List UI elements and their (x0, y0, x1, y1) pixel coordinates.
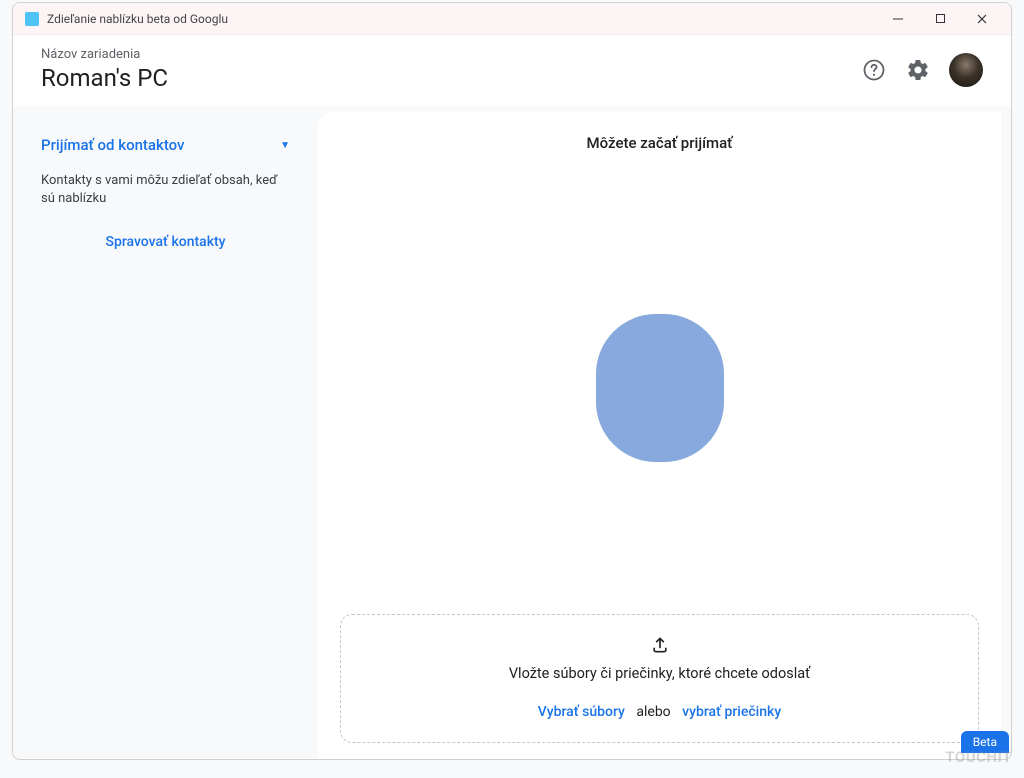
help-icon (862, 58, 886, 82)
receive-animation-blob (596, 314, 724, 462)
visibility-description: Kontakty s vami môžu zdieľať obsah, keď … (41, 172, 290, 208)
dropzone-text: Vložte súbory či priečinky, ktoré chcete… (351, 665, 968, 682)
app-header: Názov zariadenia Roman's PC (13, 35, 1011, 106)
window-controls (877, 5, 1003, 33)
chevron-down-icon: ▼ (280, 140, 290, 151)
close-icon (976, 13, 988, 25)
app-window: Zdieľanie nablízku beta od Googlu Názov … (12, 2, 1012, 760)
or-text: alebo (636, 704, 670, 720)
sidebar: Prijímať od kontaktov ▼ Kontakty s vami … (13, 112, 318, 759)
dropzone-actions: Vybrať súbory alebo vybrať priečinky (351, 704, 968, 720)
main-panel: Môžete začať prijímať Vložte súbory či p… (318, 112, 1001, 759)
dropzone[interactable]: Vložte súbory či priečinky, ktoré chcete… (340, 614, 979, 743)
window-title: Zdieľanie nablízku beta od Googlu (47, 12, 877, 26)
select-folders-link[interactable]: vybrať priečinky (682, 704, 781, 720)
app-body: Prijímať od kontaktov ▼ Kontakty s vami … (13, 106, 1011, 759)
maximize-button[interactable] (919, 5, 961, 33)
header-actions (861, 53, 983, 87)
close-button[interactable] (961, 5, 1003, 33)
receive-area (340, 162, 979, 614)
visibility-dropdown-label: Prijímať od kontaktov (41, 136, 185, 154)
settings-button[interactable] (905, 57, 931, 83)
beta-badge[interactable]: Beta (961, 731, 1009, 753)
upload-icon (351, 635, 968, 655)
visibility-dropdown[interactable]: Prijímať od kontaktov ▼ (41, 130, 290, 160)
window-titlebar: Zdieľanie nablízku beta od Googlu (13, 3, 1011, 35)
maximize-icon (935, 13, 946, 24)
avatar[interactable] (949, 53, 983, 87)
app-icon (25, 12, 39, 26)
device-name-value: Roman's PC (41, 64, 861, 92)
minimize-icon (892, 13, 904, 25)
device-info: Názov zariadenia Roman's PC (41, 47, 861, 92)
device-name-label: Názov zariadenia (41, 47, 861, 62)
gear-icon (906, 58, 930, 82)
select-files-link[interactable]: Vybrať súbory (538, 704, 625, 720)
main-title: Môžete začať prijímať (340, 134, 979, 152)
minimize-button[interactable] (877, 5, 919, 33)
help-button[interactable] (861, 57, 887, 83)
manage-contacts-link[interactable]: Spravovať kontakty (41, 234, 290, 250)
